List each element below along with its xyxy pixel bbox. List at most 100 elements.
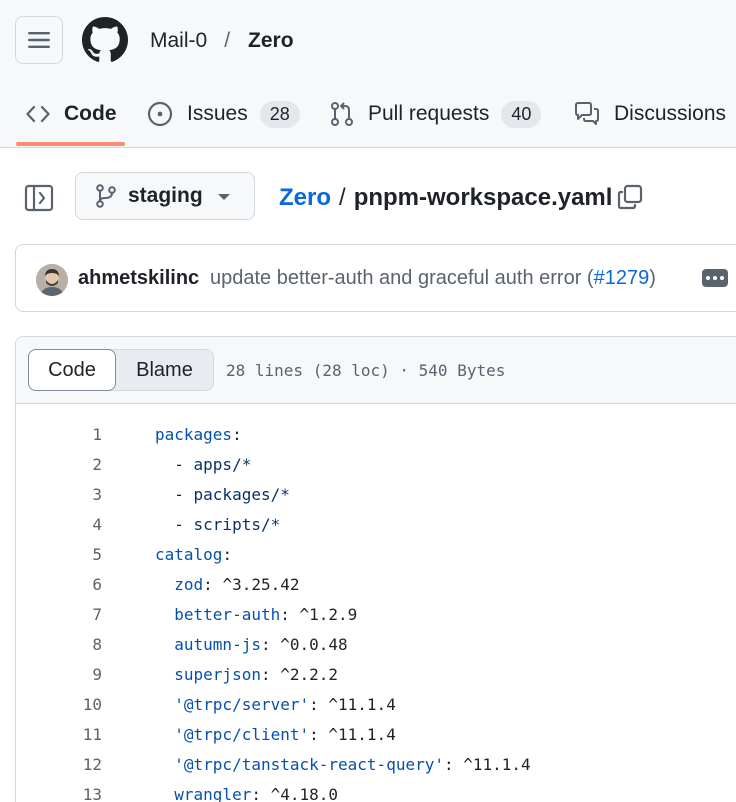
line-content: - apps/* (174, 454, 252, 474)
tab-code[interactable]: Code (26, 94, 117, 134)
tab-issues-label: Issues (187, 102, 248, 125)
code-line: 3 - packages/* (16, 479, 736, 509)
breadcrumb-separator: / (224, 29, 231, 52)
commit-author-link[interactable]: ahmetskilinc (78, 267, 199, 290)
git-branch-icon (96, 184, 116, 208)
yaml-value: ^4.18.0 (270, 784, 339, 802)
ellipsis-dot (706, 276, 710, 280)
line-content: - packages/* (174, 484, 290, 504)
issues-count-badge: 28 (259, 100, 300, 128)
repo-owner-link[interactable]: Mail-0 (150, 29, 207, 53)
comment-discussion-icon (574, 102, 600, 126)
line-number[interactable]: 11 (16, 725, 102, 744)
file-meta-info: 28 lines (28 loc) · 540 Bytes (226, 361, 506, 380)
file-viewer-header: Code Blame 28 lines (28 loc) · 540 Bytes (16, 337, 736, 404)
line-number[interactable]: 1 (16, 425, 102, 444)
issue-opened-icon (147, 101, 173, 127)
yaml-value: ^11.1.4 (463, 754, 531, 774)
code-line: 4 - scripts/* (16, 509, 736, 539)
three-bars-icon (28, 32, 50, 48)
avatar[interactable] (36, 264, 68, 296)
github-logo-icon[interactable] (82, 17, 128, 63)
line-number[interactable]: 7 (16, 605, 102, 624)
code-icon (26, 105, 50, 123)
git-pull-request-icon (330, 101, 354, 127)
tab-discussions[interactable]: Discussions (574, 94, 726, 134)
pull-requests-count-badge: 40 (501, 100, 542, 128)
branch-selector-button[interactable]: staging (75, 172, 255, 220)
commit-pr-link[interactable]: #1279 (594, 267, 650, 289)
line-number[interactable]: 13 (16, 785, 102, 802)
commit-message-text: update better-auth and graceful auth err… (210, 267, 594, 289)
path-repo-link[interactable]: Zero (279, 184, 331, 212)
code-line: 2 - apps/* (16, 449, 736, 479)
line-number[interactable]: 6 (16, 575, 102, 594)
line-number[interactable]: 9 (16, 665, 102, 684)
line-content: autumn-js: ^0.0.48 (174, 634, 348, 654)
code-line: 11 '@trpc/client': ^11.1.4 (16, 719, 736, 749)
caret-down-icon (218, 194, 230, 200)
yaml-value: apps/* (193, 454, 252, 474)
yaml-value: ^11.1.4 (328, 724, 396, 744)
commit-details-toggle[interactable] (702, 269, 728, 287)
code-view-button[interactable]: Code (28, 349, 116, 391)
line-content: - scripts/* (174, 514, 281, 534)
yaml-value: ^1.2.9 (299, 604, 358, 624)
ellipsis-dot (720, 276, 724, 280)
file-name: pnpm-workspace.yaml (353, 184, 613, 211)
repo-tabs: Code Issues 28 Pull requests 40 Discussi… (0, 94, 736, 148)
repo-breadcrumb: Mail-0 / Zero (150, 28, 294, 54)
yaml-key: superjson (174, 664, 261, 684)
yaml-key: wrangler (174, 784, 252, 802)
tab-pull-requests-label: Pull requests (368, 102, 490, 125)
tab-pull-requests[interactable]: Pull requests 40 (330, 94, 542, 134)
line-number[interactable]: 4 (16, 515, 102, 534)
line-content: '@trpc/client': ^11.1.4 (174, 724, 396, 744)
commit-message-suffix: ) (649, 267, 656, 289)
blame-view-button[interactable]: Blame (116, 350, 213, 390)
line-number[interactable]: 3 (16, 485, 102, 504)
tab-code-label: Code (64, 102, 117, 125)
yaml-key: catalog (155, 544, 223, 564)
yaml-value: ^2.2.2 (280, 664, 339, 684)
line-number[interactable]: 5 (16, 545, 102, 564)
path-separator: / (339, 184, 346, 211)
latest-commit-box: ahmetskilinc update better-auth and grac… (15, 244, 736, 312)
line-content: zod: ^3.25.42 (174, 574, 300, 594)
line-content: '@trpc/server': ^11.1.4 (174, 694, 396, 714)
commit-message[interactable]: update better-auth and graceful auth err… (210, 267, 656, 290)
line-content: wrangler: ^4.18.0 (174, 784, 339, 802)
line-number[interactable]: 8 (16, 635, 102, 654)
yaml-key: '@trpc/client' (174, 724, 310, 744)
file-path-breadcrumb: Zero / pnpm-workspace.yaml (279, 184, 612, 212)
line-content: better-auth: ^1.2.9 (174, 604, 358, 624)
line-number[interactable]: 2 (16, 455, 102, 474)
yaml-value: ^0.0.48 (280, 634, 348, 654)
view-mode-toggle: Code Blame (28, 349, 214, 391)
code-line: 1 packages: (16, 419, 736, 449)
yaml-value: scripts/* (193, 514, 281, 534)
code-line: 6 zod: ^3.25.42 (16, 569, 736, 599)
active-tab-indicator (16, 142, 125, 146)
yaml-key: better-auth (174, 604, 281, 624)
yaml-key: packages (155, 424, 233, 444)
yaml-key: autumn-js (174, 634, 261, 654)
yaml-value: ^3.25.42 (222, 574, 300, 594)
ellipsis-dot (713, 276, 717, 280)
line-number[interactable]: 12 (16, 755, 102, 774)
file-viewer: Code Blame 28 lines (28 loc) · 540 Bytes… (15, 336, 736, 802)
repo-name-link[interactable]: Zero (248, 29, 294, 53)
code-line: 13 wrangler: ^4.18.0 (16, 779, 736, 802)
yaml-key: '@trpc/server' (174, 694, 310, 714)
repo-header: Mail-0 / Zero Code Issues 28 Pull reques… (0, 0, 736, 148)
line-content: packages: (155, 424, 242, 444)
line-content: catalog: (155, 544, 233, 564)
yaml-value: ^11.1.4 (328, 694, 396, 714)
code-line: 7 better-auth: ^1.2.9 (16, 599, 736, 629)
line-number[interactable]: 10 (16, 695, 102, 714)
code-line: 5 catalog: (16, 539, 736, 569)
copy-path-icon[interactable] (617, 184, 643, 210)
tab-issues[interactable]: Issues 28 (147, 94, 300, 134)
menu-button[interactable] (15, 16, 63, 64)
sidebar-expand-icon[interactable] (24, 183, 54, 213)
